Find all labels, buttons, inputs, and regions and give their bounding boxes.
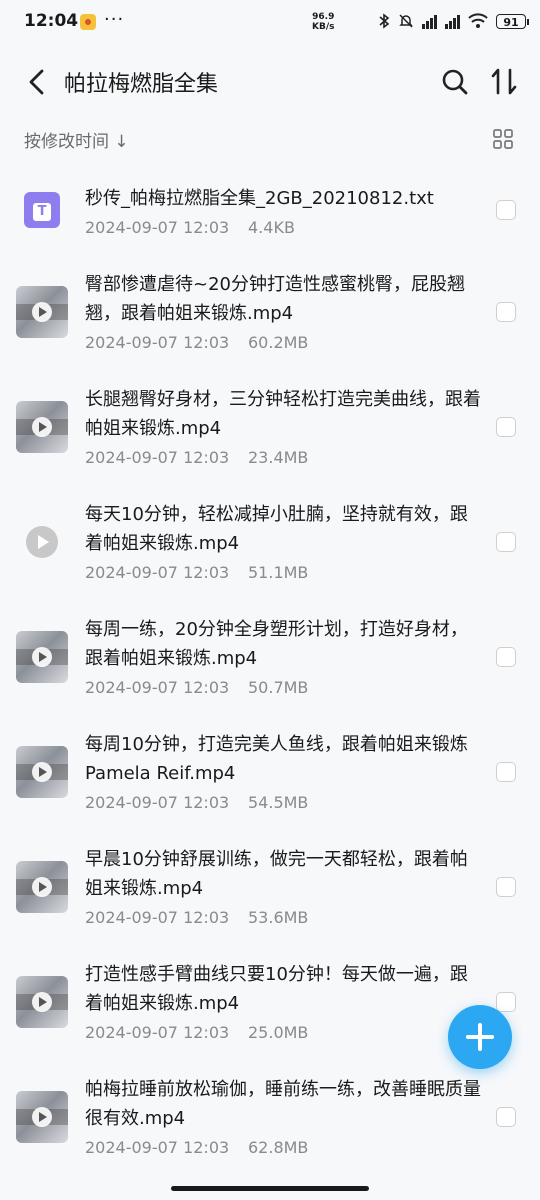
status-time: 12:04 [24, 11, 79, 31]
file-size: 53.6MB [248, 908, 309, 927]
video-thumbnail [16, 401, 68, 453]
play-icon [32, 877, 52, 897]
select-checkbox[interactable] [496, 762, 516, 782]
file-row[interactable]: 每周一练，20分钟全身塑形计划，打造好身材，跟着帕姐来锻炼.mp4 2024-0… [0, 607, 540, 722]
file-row[interactable]: 长腿翘臀好身材，三分钟轻松打造完美曲线，跟着帕姐来锻炼.mp4 2024-09-… [0, 377, 540, 492]
file-row[interactable]: 臀部惨遭虐待~20分钟打造性感蜜桃臀，屁股翘翘，跟着帕姐来锻炼.mp4 2024… [0, 262, 540, 377]
signal-2-icon [445, 13, 460, 29]
file-date: 2024-09-07 12:03 [85, 333, 230, 352]
file-row[interactable]: 每周10分钟，打造完美人鱼线，跟着帕姐来锻炼Pamela Reif.mp4 20… [0, 722, 540, 837]
video-thumbnail [16, 746, 68, 798]
video-thumbnail [16, 1091, 68, 1143]
chevron-left-icon[interactable] [20, 65, 54, 99]
file-date: 2024-09-07 12:03 [85, 1138, 230, 1157]
play-icon [26, 526, 58, 558]
bluetooth-icon [379, 13, 390, 29]
file-name: 每天10分钟，轻松减掉小肚腩，坚持就有效，跟着帕姐来锻炼.mp4 [85, 504, 468, 554]
select-checkbox[interactable] [496, 417, 516, 437]
select-checkbox[interactable] [496, 992, 516, 1012]
file-date: 2024-09-07 12:03 [85, 908, 230, 927]
wifi-icon [468, 13, 488, 28]
header: 帕拉梅燃脂全集 [0, 50, 540, 114]
search-icon[interactable] [438, 65, 472, 99]
mute-bell-icon [399, 14, 413, 28]
file-date: 2024-09-07 12:03 [85, 793, 230, 812]
file-date: 2024-09-07 12:03 [85, 448, 230, 467]
file-name: 帕梅拉睡前放松瑜伽，睡前练一练，改善睡眠质量很有效.mp4 [85, 1079, 481, 1129]
battery-icon: 91 [496, 13, 529, 29]
file-name: 每周10分钟，打造完美人鱼线，跟着帕姐来锻炼Pamela Reif.mp4 [85, 734, 468, 784]
play-icon [32, 762, 52, 782]
file-size: 62.8MB [248, 1138, 309, 1157]
file-name: 臀部惨遭虐待~20分钟打造性感蜜桃臀，屁股翘翘，跟着帕姐来锻炼.mp4 [85, 274, 465, 324]
file-size: 25.0MB [248, 1023, 309, 1042]
network-speed-value: 96.9 [312, 12, 335, 22]
grid-view-icon[interactable] [492, 128, 514, 150]
home-indicator[interactable] [171, 1186, 369, 1191]
file-date: 2024-09-07 12:03 [85, 218, 230, 237]
select-checkbox[interactable] [496, 1107, 516, 1127]
file-row[interactable]: 早晨10分钟舒展训练，做完一天都轻松，跟着帕姐来锻炼.mp4 2024-09-0… [0, 837, 540, 952]
video-thumbnail [16, 631, 68, 683]
sort-bar: 按修改时间 ↓ [0, 118, 540, 158]
notification-app-icon [80, 14, 96, 30]
file-row[interactable]: 帕梅拉睡前放松瑜伽，睡前练一练，改善睡眠质量很有效.mp4 2024-09-07… [0, 1067, 540, 1182]
play-icon [32, 417, 52, 437]
file-size: 51.1MB [248, 563, 309, 582]
file-row[interactable]: 秒传_帕梅拉燃脂全集_2GB_20210812.txt 2024-09-07 1… [0, 162, 540, 277]
network-speed-unit: KB/s [312, 22, 335, 32]
file-name: 秒传_帕梅拉燃脂全集_2GB_20210812.txt [85, 188, 434, 209]
status-icons: 91 [378, 13, 529, 29]
select-checkbox[interactable] [496, 200, 516, 220]
file-size: 54.5MB [248, 793, 309, 812]
more-notifications-icon: ··· [104, 9, 125, 30]
play-icon [32, 992, 52, 1012]
file-thumbnail [16, 184, 68, 236]
file-name: 每周一练，20分钟全身塑形计划，打造好身材，跟着帕姐来锻炼.mp4 [85, 619, 468, 669]
select-checkbox[interactable] [496, 647, 516, 667]
play-icon [32, 647, 52, 667]
file-name: 早晨10分钟舒展训练，做完一天都轻松，跟着帕姐来锻炼.mp4 [85, 849, 468, 899]
status-bar: 12:04 ··· 96.9 KB/s 91 [0, 0, 540, 44]
sort-by-modified-time[interactable]: 按修改时间 ↓ [24, 127, 129, 152]
file-row[interactable]: 每天10分钟，轻松减掉小肚腩，坚持就有效，跟着帕姐来锻炼.mp4 2024-09… [0, 492, 540, 607]
select-checkbox[interactable] [496, 532, 516, 552]
play-icon [32, 1107, 52, 1127]
file-name: 长腿翘臀好身材，三分钟轻松打造完美曲线，跟着帕姐来锻炼.mp4 [85, 389, 481, 439]
select-checkbox[interactable] [496, 302, 516, 322]
signal-1-icon [422, 13, 437, 29]
select-checkbox[interactable] [496, 877, 516, 897]
page-title: 帕拉梅燃脂全集 [64, 72, 219, 97]
add-button[interactable] [448, 1005, 512, 1069]
video-thumbnail [16, 976, 68, 1028]
file-name: 打造性感手臂曲线只要10分钟！每天做一遍，跟着帕姐来锻炼.mp4 [85, 964, 468, 1014]
file-size: 4.4KB [248, 218, 295, 237]
sort-icon[interactable] [488, 65, 522, 99]
txt-file-icon [24, 192, 60, 228]
file-date: 2024-09-07 12:03 [85, 1023, 230, 1042]
network-speed: 96.9 KB/s [312, 12, 334, 32]
video-thumbnail [16, 286, 68, 338]
file-size: 23.4MB [248, 448, 309, 467]
video-thumbnail [16, 516, 68, 568]
play-icon [32, 302, 52, 322]
file-date: 2024-09-07 12:03 [85, 563, 230, 582]
file-date: 2024-09-07 12:03 [85, 678, 230, 697]
file-size: 50.7MB [248, 678, 309, 697]
file-size: 60.2MB [248, 333, 309, 352]
video-thumbnail [16, 861, 68, 913]
